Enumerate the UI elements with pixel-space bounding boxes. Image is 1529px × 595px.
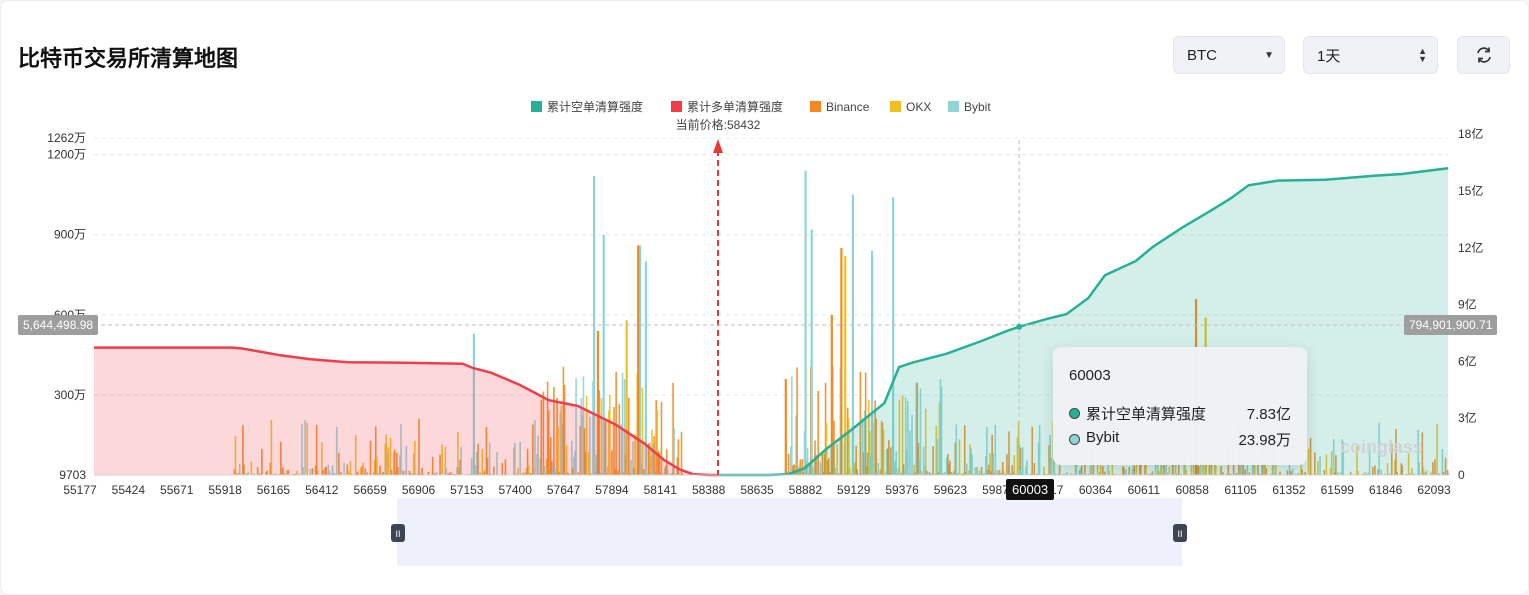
x-tick-label: 61105	[1224, 483, 1257, 497]
y-left-tick-label: 1200万	[47, 148, 86, 162]
refresh-button[interactable]	[1457, 36, 1510, 74]
y-right-tick-label: 6亿	[1458, 353, 1477, 368]
x-tick-label: 61352	[1272, 483, 1306, 497]
x-tick-label: 56165	[257, 483, 291, 497]
tooltip: 60003 累计空单清算强度 7.83亿 Bybit 23.98万	[1053, 347, 1307, 465]
x-tick-label: 56659	[353, 483, 387, 497]
x-tick-label: 61599	[1321, 483, 1355, 497]
legend-swatch	[531, 101, 542, 112]
bar	[1447, 473, 1450, 475]
page-title: 比特币交易所清算地图	[18, 46, 239, 71]
tooltip-series-name: Bybit	[1086, 429, 1120, 446]
x-tick-label: 60858	[1176, 483, 1210, 497]
refresh-icon	[1476, 47, 1491, 63]
bar	[787, 453, 790, 475]
x-tick-label: 60364	[1079, 483, 1113, 497]
x-tick-label: 58882	[789, 483, 823, 497]
x-tick-label: 56906	[402, 483, 436, 497]
x-tick-label: 58141	[644, 483, 678, 497]
time-range-select[interactable]: 1天 ▲ ▼	[1303, 36, 1438, 74]
x-tick-label: 59129	[837, 483, 871, 497]
bar-peak	[804, 170, 807, 475]
tooltip-series-value: 7.83亿	[1246, 406, 1291, 423]
time-range-value: 1天	[1317, 47, 1341, 65]
zoom-handle-right-grip: II	[1177, 529, 1182, 539]
series-dot-icon	[1069, 408, 1080, 419]
zoom-selected-range[interactable]	[397, 498, 1182, 566]
zoom-handle-left-grip: II	[395, 529, 400, 539]
x-tick-label: 55918	[208, 483, 242, 497]
coin-select-value: BTC	[1187, 46, 1217, 64]
y-right-tick-label: 9亿	[1458, 297, 1477, 312]
legend-swatch	[671, 101, 682, 112]
x-tick-label: 58388	[692, 483, 726, 497]
x-tick-label: 58635	[740, 483, 774, 497]
legend[interactable]: 累计空单清算强度 累计多单清算强度 Binance OKX Bybit	[531, 99, 991, 114]
x-tick-label: 57647	[547, 483, 581, 497]
watermark-logo: coinglass	[1340, 437, 1423, 457]
crosshair-left-value: 5,644,498.98	[18, 315, 99, 335]
tooltip-series-name: 累计空单清算强度	[1086, 406, 1207, 423]
crosshair-x-value: 60003	[1006, 479, 1055, 500]
y-left-tick-label: 300万	[54, 388, 86, 402]
series-dot-icon	[1069, 434, 1080, 445]
legend-label: OKX	[906, 100, 931, 114]
crosshair-right-value: 794,901,900.71	[1404, 315, 1498, 335]
tooltip-row: 累计空单清算强度 7.83亿	[1069, 403, 1291, 423]
y-right-tick-label: 0	[1458, 468, 1465, 482]
x-tick-label: 55177	[63, 483, 97, 497]
x-tick-label: 62093	[1417, 483, 1451, 497]
x-tick-label: 56412	[305, 483, 339, 497]
y-right-tick-label: 3亿	[1458, 410, 1477, 425]
y-left-tick-label: 1262万	[47, 131, 86, 145]
y-left-tick-label: 9703	[59, 468, 86, 482]
y-right-tick-label: 15亿	[1458, 183, 1483, 198]
bar-peak	[784, 379, 787, 475]
tooltip-series-value: 23.98万	[1238, 432, 1291, 449]
x-tick-label: 60611	[1128, 483, 1161, 497]
x-tick-label: 59376	[885, 483, 919, 497]
bar	[680, 431, 683, 475]
x-tick-label: 59623	[934, 483, 968, 497]
bar	[796, 367, 798, 475]
legend-swatch	[810, 101, 821, 112]
x-tick-label: 55424	[112, 483, 146, 497]
y-right-tick-label: 18亿	[1458, 126, 1483, 141]
x-tick-label: 57400	[499, 483, 533, 497]
y-left-tick-label: 900万	[54, 228, 86, 242]
current-price-label: 当前价格:58432	[676, 117, 761, 132]
legend-label: 累计多单清算强度	[687, 99, 783, 114]
price-arrow-icon	[712, 139, 723, 153]
bar-peak	[810, 229, 813, 475]
legend-label: Bybit	[964, 100, 991, 114]
updown-arrows-icon: ▲ ▼	[1418, 46, 1427, 64]
legend-label: Binance	[826, 100, 870, 114]
crosshair-point	[1016, 323, 1023, 330]
bar	[791, 376, 793, 475]
data-zoom-slider[interactable]: II II	[391, 498, 1187, 566]
tooltip-row: Bybit 23.98万	[1069, 429, 1291, 449]
caret-down-icon: ▼	[1264, 49, 1274, 61]
legend-swatch	[890, 101, 901, 112]
x-tick-label: 55671	[160, 483, 194, 497]
x-tick-label: 61846	[1369, 483, 1403, 497]
x-tick-label: 57894	[595, 483, 629, 497]
legend-label: 累计空单清算强度	[547, 99, 643, 114]
legend-swatch	[948, 101, 959, 112]
coin-select[interactable]: BTC ▼	[1173, 36, 1285, 74]
x-tick-label: 57153	[450, 483, 484, 497]
tooltip-title: 60003	[1069, 367, 1111, 384]
liquidation-chart[interactable]: 9703300万600万900万1200万1262万03亿6亿9亿12亿15亿1…	[0, 90, 1529, 590]
y-right-tick-label: 12亿	[1458, 240, 1483, 255]
